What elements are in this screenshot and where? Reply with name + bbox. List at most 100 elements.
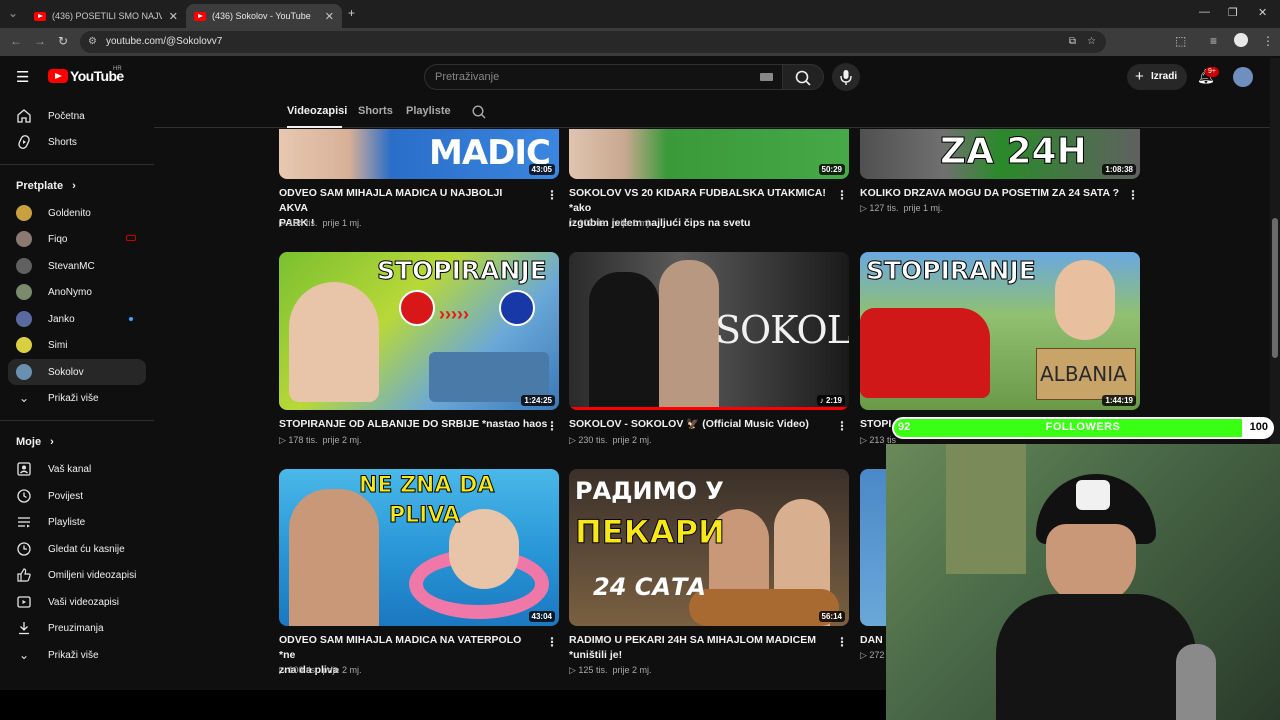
url-field[interactable]: ⚙ youtube.com/@Sokolovv7 ⧉ ☆ (80, 31, 1106, 53)
scrollbar-thumb[interactable] (1272, 218, 1278, 358)
channel-search-icon[interactable] (471, 104, 487, 120)
site-info-icon[interactable]: ⚙ (88, 31, 97, 53)
reload-icon[interactable]: ↻ (58, 34, 68, 48)
sidebar-item-downloads[interactable]: Preuzimanja (8, 615, 146, 641)
tab-playlists[interactable]: Playliste (406, 105, 451, 117)
keyboard-icon[interactable] (760, 73, 773, 81)
install-icon[interactable]: ⧉ (1069, 31, 1076, 53)
video-title[interactable]: STOPIRANJE OD ALBANIJE DO SRBIJE *nastao… (279, 417, 549, 432)
video-thumbnail[interactable]: STOPIRANJE ALBANIA 1:44:19 (860, 252, 1140, 410)
sidebar-item-goldenito[interactable]: Goldenito (8, 200, 146, 226)
video-title[interactable]: RADIMO U PEKARI 24H SA MIHAJLOM MADICEM *… (569, 633, 829, 663)
video-age: prije 1 mj. (322, 218, 362, 228)
video-title-line: *uništili je! (569, 649, 623, 661)
video-meta: ▷ 184 tis. prije 1 mj. (279, 218, 362, 228)
restore-icon[interactable]: ❐ (1228, 6, 1238, 19)
minimize-icon[interactable]: — (1199, 6, 1210, 18)
thumbnail-text: STOPIRANJE (866, 256, 1037, 286)
video-duration: 43:05 (528, 164, 555, 175)
channel-avatar (16, 205, 32, 221)
video-thumbnail[interactable]: ››››› STOPIRANJE 1:24:25 (279, 252, 559, 410)
chevron-down-icon: ⌄ (18, 391, 30, 405)
more-actions-icon[interactable]: ⋮ (546, 635, 558, 649)
sidebar-item-stevanmc[interactable]: StevanMC (8, 253, 146, 279)
sidebar-item-janko[interactable]: Janko (8, 306, 146, 332)
video-meta: ▷ 102 tis. prije 1 mj. (569, 218, 652, 228)
sidebar-item-show-more-you[interactable]: ⌄ Prikaži više (8, 642, 146, 668)
video-thumbnail[interactable]: SOKOLOV ♪ 2:19 (569, 252, 849, 410)
back-icon[interactable]: ← (10, 34, 22, 48)
video-views: 100 tis. (288, 665, 318, 675)
sidebar-item-fiqo[interactable]: Fiqo (8, 226, 146, 252)
youtube-logo-icon[interactable] (48, 69, 68, 83)
more-actions-icon[interactable]: ⋮ (836, 188, 848, 202)
thumbnail-text: РАДИМО У (575, 477, 724, 505)
video-thumbnail[interactable] (860, 469, 886, 626)
profile-icon[interactable] (1234, 33, 1248, 47)
chevron-right-icon: › (72, 180, 76, 192)
sidebar-item-shorts[interactable]: Shorts (8, 129, 146, 155)
video-title[interactable]: DAN (860, 633, 886, 648)
close-tab-icon[interactable]: ✕ (169, 10, 178, 23)
browser-tab-active[interactable]: (436) Sokolov - YouTube ✕ (186, 4, 342, 28)
tab-search-icon[interactable]: ⌄ (8, 6, 18, 20)
close-window-icon[interactable]: ✕ (1258, 6, 1267, 19)
history-icon (17, 489, 31, 503)
extensions-icon[interactable]: ⬚ (1175, 34, 1186, 48)
video-thumbnail[interactable]: 50:29 (569, 129, 849, 179)
sidebar-item-sokolov[interactable]: Sokolov (8, 359, 146, 385)
video-thumbnail[interactable]: MADIC 43:05 (279, 129, 559, 179)
video-age: prije 2 mj. (322, 665, 362, 675)
reading-list-icon[interactable]: ≡ (1210, 34, 1217, 48)
video-title[interactable]: SOKOLOV - SOKOLOV 🦅 (Official Music Vide… (569, 417, 829, 432)
sidebar-item-home[interactable]: Početna (8, 103, 146, 129)
sidebar-item-liked[interactable]: Omiljeni videozapisi (8, 562, 146, 588)
video-thumbnail[interactable]: РАДИМО У ПЕКАРИ 24 САТА 56:14 (569, 469, 849, 626)
microphone-icon (840, 70, 852, 85)
tab-shorts[interactable]: Shorts (358, 105, 393, 117)
sidebar-item-your-channel[interactable]: Vaš kanal (8, 456, 146, 482)
bookmark-star-icon[interactable]: ☆ (1087, 31, 1096, 53)
forward-icon[interactable]: → (34, 34, 46, 48)
more-actions-icon[interactable]: ⋮ (836, 419, 848, 433)
search-button[interactable] (782, 64, 824, 90)
close-tab-icon[interactable]: ✕ (325, 10, 334, 23)
account-avatar[interactable] (1233, 67, 1253, 87)
more-actions-icon[interactable]: ⋮ (836, 635, 848, 649)
sidebar-item-label: Fiqo (48, 233, 68, 245)
video-thumbnail[interactable]: ZA 24H 1:08:38 (860, 129, 1140, 179)
microphone (1176, 644, 1216, 720)
chevron-right-icon: › (50, 436, 54, 448)
sidebar-item-watch-later[interactable]: Gledat ću kasnije (8, 536, 146, 562)
subscriptions-heading[interactable]: Pretplate › (16, 180, 76, 192)
sidebar-item-simi[interactable]: Simi (8, 332, 146, 358)
video-thumbnail[interactable]: NE ZNA DA PLIVA 43:04 (279, 469, 559, 626)
search-input[interactable]: Pretraživanje (424, 64, 784, 90)
chevron-down-icon: ⌄ (18, 648, 30, 662)
sidebar-item-history[interactable]: Povijest (8, 483, 146, 509)
browser-tab[interactable]: (436) POSETILI SMO NAJVECI A ✕ (26, 4, 186, 28)
more-actions-icon[interactable]: ⋮ (546, 188, 558, 202)
sidebar-item-label: Omiljeni videozapisi (48, 569, 137, 581)
video-views: 230 tis. (578, 435, 608, 445)
sidebar-item-playlists[interactable]: Playliste (8, 509, 146, 535)
more-actions-icon[interactable]: ⋮ (546, 419, 558, 433)
video-duration: 43:04 (528, 611, 555, 622)
sidebar-item-anonymo[interactable]: AnoNymo (8, 279, 146, 305)
sidebar-item-your-videos[interactable]: Vaši videozapisi (8, 589, 146, 615)
sidebar-item-show-more[interactable]: ⌄ Prikaži više (8, 385, 146, 411)
video-title[interactable]: KOLIKO DRZAVA MOGU DA POSETIM ZA 24 SATA… (860, 186, 1120, 201)
hamburger-menu-icon[interactable]: ☰ (16, 68, 29, 86)
more-actions-icon[interactable]: ⋮ (1127, 188, 1139, 202)
video-duration: 1:24:25 (521, 395, 555, 406)
voice-search-button[interactable] (832, 63, 860, 91)
sidebar-item-label: Vaš kanal (48, 463, 92, 475)
tab-videos[interactable]: Videozapisi (287, 105, 347, 117)
channel-icon (17, 462, 31, 476)
new-tab-icon[interactable]: + (348, 6, 355, 20)
browser-tab-bar: ⌄ (436) POSETILI SMO NAJVECI A ✕ (436) S… (0, 0, 1280, 28)
create-button[interactable]: + Izradi (1127, 64, 1187, 90)
browser-menu-icon[interactable]: ⋮ (1262, 34, 1274, 48)
you-heading-label: Moje (16, 436, 42, 448)
you-heading[interactable]: Moje › (16, 436, 54, 448)
